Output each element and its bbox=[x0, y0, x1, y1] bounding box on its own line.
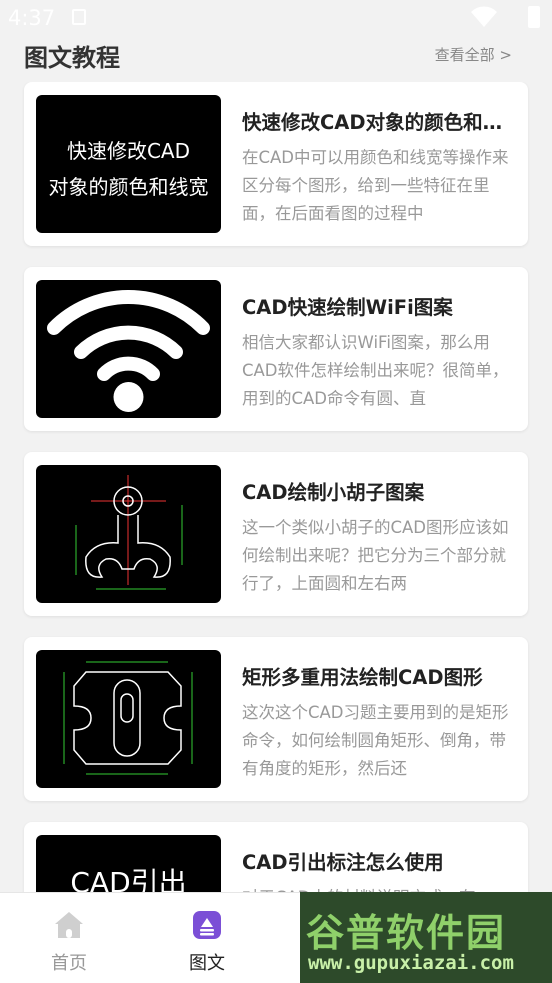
article-thumbnail bbox=[36, 465, 221, 603]
view-all-link[interactable]: 查看全部 > bbox=[435, 44, 512, 65]
thumbnail-caption: CAD引出 bbox=[70, 866, 187, 892]
article-thumbnail bbox=[36, 280, 221, 418]
article-description: 这次这个CAD习题主要用到的是矩形命令，如何绘制圆角矩形、倒角，带有角度的矩形，… bbox=[242, 703, 509, 778]
article-description: 在CAD中可以用颜色和线宽等操作来区分每个图形，给到一些特征在里面，在后面看图的… bbox=[242, 148, 509, 223]
battery-icon bbox=[528, 6, 540, 28]
article-card[interactable]: 快速修改CAD 对象的颜色和线宽 快速修改CAD对象的颜色和线宽 在CAD中可以… bbox=[24, 82, 528, 246]
article-title: CAD快速绘制WiFi图案 bbox=[242, 296, 453, 319]
thumbnail-caption: 对象的颜色和线宽 bbox=[48, 175, 209, 199]
article-description: 这一个类似小胡子的CAD图形应该如何绘制出来呢？把它分为三个部分就行了，上面圆和… bbox=[242, 518, 509, 593]
wifi-signal-icon bbox=[471, 6, 497, 28]
sim-icon bbox=[72, 9, 86, 25]
page-title: 图文教程 bbox=[24, 44, 120, 72]
article-thumbnail: 快速修改CAD 对象的颜色和线宽 bbox=[36, 95, 221, 233]
article-icon bbox=[193, 911, 221, 939]
nav-label: 图文 bbox=[189, 953, 225, 974]
watermark-url: www.gupuxiazai.com bbox=[308, 952, 514, 974]
article-card[interactable]: 矩形多重用法绘制CAD图形 这次这个CAD习题主要用到的是矩形命令，如何绘制圆角… bbox=[24, 637, 528, 801]
article-thumbnail bbox=[36, 650, 221, 788]
watermark-text: 谷普软件园 bbox=[306, 911, 507, 955]
article-card[interactable]: CAD引出 CAD引出标注怎么使用 对于CAD中的材料说明方式，有 bbox=[24, 822, 528, 892]
article-title: CAD绘制小胡子图案 bbox=[242, 481, 425, 504]
nav-label: 首页 bbox=[51, 953, 87, 974]
article-title: 矩形多重用法绘制CAD图形 bbox=[242, 666, 483, 689]
wifi-drawing-icon bbox=[47, 289, 210, 412]
watermark: 谷普软件园 www.gupuxiazai.com bbox=[300, 892, 552, 983]
article-title: CAD引出标注怎么使用 bbox=[242, 851, 444, 874]
rectangle-drawing-icon bbox=[63, 661, 193, 775]
status-time: 4:37 bbox=[8, 6, 56, 30]
article-title: 快速修改CAD对象的颜色和线宽 bbox=[242, 111, 516, 134]
article-thumbnail: CAD引出 bbox=[36, 835, 221, 892]
article-list[interactable]: 快速修改CAD 对象的颜色和线宽 快速修改CAD对象的颜色和线宽 在CAD中可以… bbox=[0, 82, 552, 892]
article-card[interactable]: CAD快速绘制WiFi图案 相信大家都认识WiFi图案，那么用CAD软件怎样绘制… bbox=[24, 267, 528, 431]
article-card[interactable]: CAD绘制小胡子图案 这一个类似小胡子的CAD图形应该如何绘制出来呢？把它分为三… bbox=[24, 452, 528, 616]
home-icon bbox=[55, 912, 83, 938]
article-description: 相信大家都认识WiFi图案，那么用CAD软件怎样绘制出来呢？很简单，用到的CAD… bbox=[242, 333, 509, 408]
article-description: 对于CAD中的材料说明方式，有 bbox=[242, 884, 510, 892]
mustache-drawing-icon bbox=[75, 475, 183, 590]
section-header: 图文教程 查看全部 > bbox=[0, 30, 552, 82]
thumbnail-caption: 快速修改CAD bbox=[66, 139, 191, 163]
nav-item-articles[interactable]: 图文 bbox=[167, 905, 247, 975]
nav-item-home[interactable]: 首页 bbox=[29, 905, 109, 975]
